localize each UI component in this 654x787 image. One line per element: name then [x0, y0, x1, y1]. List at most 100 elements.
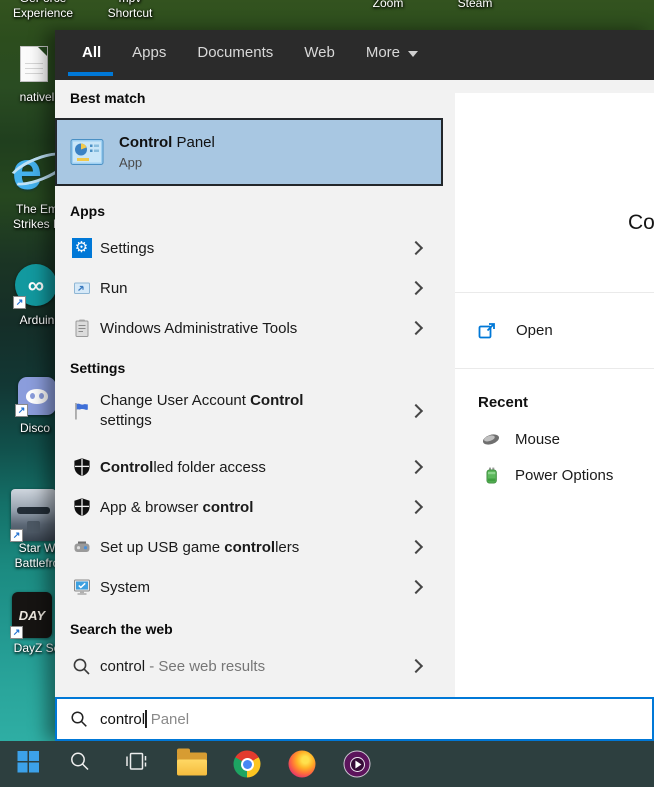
control-panel-icon: [70, 135, 104, 169]
desktop-icon-discord[interactable]: [15, 377, 56, 417]
result-row-run[interactable]: Run: [55, 268, 443, 308]
result-row-web-search-control[interactable]: control - See web results: [55, 646, 443, 686]
result-label: App & browser control: [100, 498, 254, 516]
taskbar-search-button[interactable]: [69, 751, 91, 778]
result-label: Settings: [100, 239, 155, 257]
chevron-right-icon: [408, 403, 424, 419]
recent-list: Mouse Power Options: [455, 421, 654, 493]
mpv-button[interactable]: [343, 750, 371, 778]
best-match-item[interactable]: Control Panel App: [55, 118, 443, 186]
result-label: Run: [100, 279, 128, 297]
document-icon: [20, 46, 48, 82]
preview-panel: Control Panel Open Recent Mouse Power Opt…: [443, 80, 654, 697]
mpv-icon: [343, 750, 371, 778]
flag-icon: [71, 401, 92, 422]
start-button[interactable]: [17, 750, 40, 778]
results-list: Best match Control Panel App Apps ⚙ Settin…: [55, 80, 443, 697]
search-icon: [70, 710, 88, 728]
section-header-apps: Apps: [70, 203, 105, 219]
result-label: Set up USB game controllers: [100, 538, 300, 556]
desktop-icon-dayz[interactable]: DAY: [10, 592, 52, 639]
section-header-best-match: Best match: [70, 90, 146, 106]
firefox-icon: [288, 750, 316, 778]
shield-icon: [71, 497, 92, 518]
chevron-right-icon: [408, 658, 424, 674]
task-view-button[interactable]: [125, 751, 148, 778]
chrome-icon: [233, 750, 261, 778]
chevron-down-icon: [408, 51, 419, 57]
open-action[interactable]: Open: [455, 293, 654, 368]
result-label: Change User Account Control settings: [100, 392, 304, 429]
shortcut-arrow-icon: [13, 296, 26, 309]
preview-card: Control Panel Open Recent Mouse Power Opt…: [455, 93, 654, 697]
search-input-value[interactable]: control: [100, 711, 145, 728]
task-view-icon: [126, 752, 147, 770]
result-row-settings[interactable]: ⚙ Settings: [55, 228, 443, 268]
result-label: Controlled folder access: [100, 458, 266, 476]
tab-all[interactable]: All: [82, 44, 101, 61]
result-row-app-browser-control[interactable]: App & browser control: [55, 487, 443, 527]
result-label: control - See web results: [100, 657, 266, 675]
recent-mouse[interactable]: Mouse: [455, 421, 654, 457]
tab-apps[interactable]: Apps: [132, 44, 166, 61]
chevron-right-icon: [408, 320, 424, 336]
chevron-right-icon: [408, 459, 424, 475]
search-tabs: All Apps Documents Web More: [55, 30, 654, 80]
tab-more[interactable]: More: [366, 44, 419, 61]
search-icon: [71, 656, 92, 677]
divider: [455, 368, 654, 369]
desktop-icon-star-wars-battlefront[interactable]: [10, 489, 56, 542]
chevron-right-icon: [408, 280, 424, 296]
search-suggestion: Panel: [146, 710, 190, 728]
desktop-icon-natively[interactable]: [20, 46, 48, 82]
desktop-icon-arduino[interactable]: ∞: [13, 264, 57, 309]
gear-icon: ⚙: [71, 238, 92, 259]
gamepad-icon: [71, 537, 92, 558]
desktop-icon-label: GeForce Experience: [12, 0, 74, 20]
result-row-change-uac-settings[interactable]: Change User Account Control settings: [55, 385, 443, 437]
result-row-system[interactable]: System: [55, 567, 443, 607]
run-icon: [71, 278, 92, 299]
monitor-icon: [71, 577, 92, 598]
section-header-settings: Settings: [70, 360, 126, 376]
chevron-right-icon: [408, 240, 424, 256]
firefox-button[interactable]: [288, 750, 316, 778]
windows-logo-icon: [17, 751, 39, 773]
result-row-controlled-folder-access[interactable]: Controlled folder access: [55, 447, 443, 487]
best-match-subtitle: App: [119, 155, 143, 170]
result-row-windows-administrative-tools[interactable]: Windows Administrative Tools: [55, 308, 443, 348]
shortcut-arrow-icon: [15, 404, 28, 417]
desktop-icon-label: Zoom: [372, 0, 404, 10]
search-white-icon: [71, 752, 89, 771]
admin-tools-icon: [71, 318, 92, 339]
folder-icon: [177, 748, 207, 776]
result-row-usb-game-controllers[interactable]: Set up USB game controllers: [55, 527, 443, 567]
result-label: Windows Administrative Tools: [100, 319, 298, 337]
best-match-title: Control Panel: [119, 134, 215, 151]
chevron-right-icon: [408, 579, 424, 595]
result-label: System: [100, 578, 151, 596]
chrome-button[interactable]: [233, 750, 261, 778]
file-explorer-button[interactable]: [177, 748, 207, 776]
recent-item-label: Mouse: [515, 430, 561, 448]
chevron-right-icon: [408, 539, 424, 555]
recent-item-label: Power Options: [515, 466, 614, 484]
shield-icon: [71, 457, 92, 478]
tab-web[interactable]: Web: [304, 44, 335, 61]
search-box[interactable]: control Panel: [55, 697, 654, 741]
taskbar: [0, 741, 654, 787]
search-flyout: All Apps Documents Web More Best match Contr…: [55, 30, 654, 741]
shortcut-arrow-icon: [10, 626, 23, 639]
section-header-web: Search the web: [70, 621, 173, 637]
desktop-icon-label: Steam: [457, 0, 493, 10]
mouse-icon: [481, 429, 501, 449]
preview-app-title: Control Panel: [628, 211, 654, 234]
power-icon: [481, 465, 501, 485]
recent-power-options[interactable]: Power Options: [455, 457, 654, 493]
active-tab-underline: [68, 72, 113, 76]
chevron-right-icon: [408, 499, 424, 515]
open-label: Open: [516, 322, 553, 339]
open-external-icon: [478, 322, 496, 340]
desktop-icon-label: mpv Shortcut: [107, 0, 153, 20]
tab-documents[interactable]: Documents: [197, 44, 273, 61]
